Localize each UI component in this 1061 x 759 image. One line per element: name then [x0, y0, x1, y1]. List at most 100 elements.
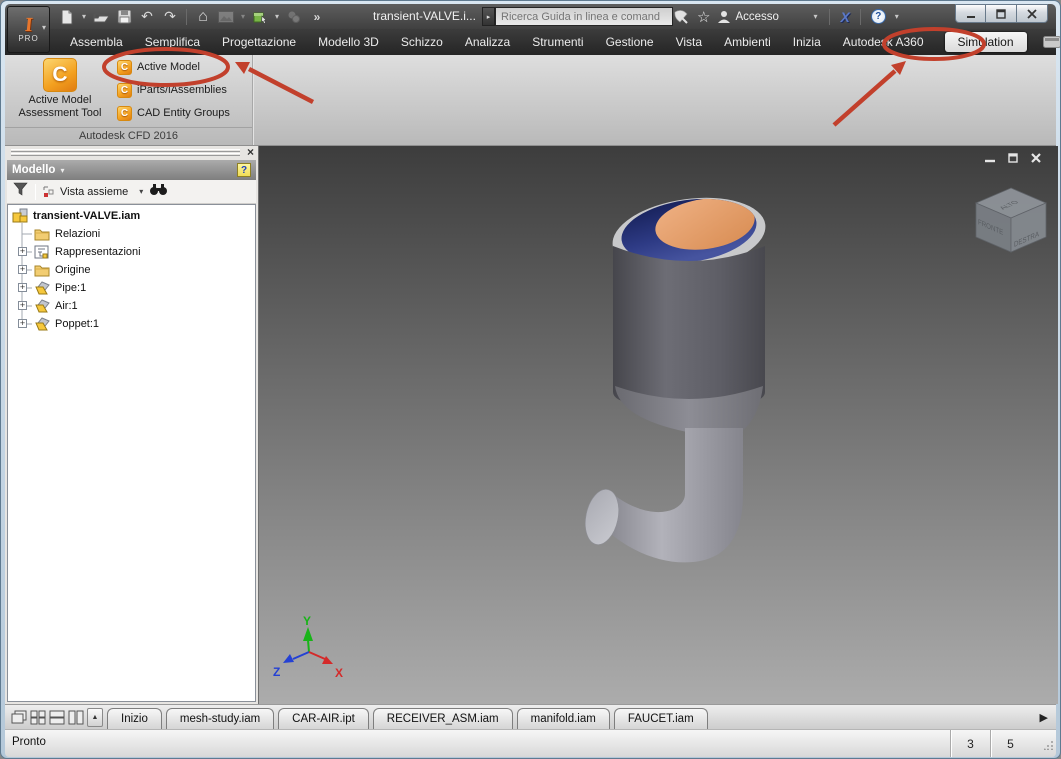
close-button[interactable] — [1017, 4, 1048, 23]
folder-icon — [34, 262, 50, 278]
tab-simulation[interactable]: Simulation — [944, 32, 1027, 52]
active-model-assessment-tool-button[interactable]: C Active Model Assessment Tool — [9, 57, 111, 125]
tree-item-air[interactable]: Air:1 — [8, 297, 255, 315]
material-button[interactable] — [250, 7, 270, 27]
find-button[interactable] — [149, 183, 168, 201]
tab-vista[interactable]: Vista — [665, 31, 713, 53]
tile-vertical-icon — [68, 710, 83, 725]
tile-grid-button[interactable] — [28, 708, 47, 727]
viewport-minimize-button[interactable] — [984, 152, 996, 164]
browser-header[interactable]: Modello ▾ ? — [7, 160, 256, 180]
representations-icon — [34, 244, 50, 260]
tab-inizia[interactable]: Inizia — [782, 31, 832, 53]
render-button[interactable] — [216, 7, 236, 27]
redo-button[interactable]: ↷ — [160, 7, 180, 27]
minimize-icon — [966, 15, 975, 18]
home-view-button[interactable]: ⌂ — [193, 7, 213, 27]
search-go-button[interactable]: ▸ — [482, 7, 495, 26]
tree-item-rappresentazioni[interactable]: Rappresentazioni — [8, 243, 255, 261]
browser-help-icon[interactable]: ? — [237, 163, 251, 177]
cfd-panel: C Active Model Assessment Tool C Active … — [5, 55, 253, 145]
panel-grip[interactable]: × — [5, 146, 258, 160]
account-dropdown[interactable]: ▾ — [811, 12, 819, 21]
restore-button[interactable] — [986, 4, 1017, 23]
tree-item-origine[interactable]: Origine — [8, 261, 255, 279]
tab-gestione[interactable]: Gestione — [595, 31, 665, 53]
axis-z-label: Z — [273, 665, 280, 679]
new-file-dropdown[interactable]: ▾ — [80, 12, 88, 21]
tree-item-poppet[interactable]: Poppet:1 — [8, 315, 255, 333]
filter-button[interactable] — [13, 182, 29, 201]
tile-horizontal-button[interactable] — [47, 708, 66, 727]
application-menu-button[interactable]: I PRO ▾ — [7, 6, 50, 53]
browser-toolbar: Vista assieme ▾ — [7, 180, 256, 204]
tab-analizza[interactable]: Analizza — [454, 31, 521, 53]
restore-icon — [996, 8, 1006, 19]
active-model-label: Active Model — [137, 61, 200, 73]
parameters-button[interactable] — [284, 7, 304, 27]
tab-schizzo[interactable]: Schizzo — [390, 31, 454, 53]
help-button[interactable]: ? — [870, 9, 886, 24]
tree-item-label: Origine — [55, 264, 91, 276]
tab-progettazione[interactable]: Progettazione — [211, 31, 307, 53]
scroll-tabs-right-button[interactable]: ▶ — [1040, 711, 1048, 724]
expander-pipe[interactable]: + — [18, 283, 27, 292]
doc-tab-mesh-study[interactable]: mesh-study.iam — [165, 708, 275, 729]
exchange-apps-button[interactable]: X — [840, 9, 849, 25]
qat-overflow-button[interactable]: » — [307, 7, 327, 27]
grip-ridge — [11, 153, 240, 156]
panel-group-label[interactable]: Autodesk CFD 2016 — [5, 127, 252, 143]
tree-item-label: Air:1 — [55, 300, 78, 312]
new-file-button[interactable] — [57, 7, 77, 27]
doc-tab-receiver-asm[interactable]: RECEIVER_ASM.iam — [372, 708, 513, 729]
tree-item-relazioni[interactable]: Relazioni — [8, 225, 255, 243]
expander-air[interactable]: + — [18, 301, 27, 310]
favorites-star-icon[interactable]: ☆ — [697, 8, 710, 26]
grip-ridge — [11, 149, 240, 152]
minimize-button[interactable] — [955, 4, 986, 23]
tile-vertical-button[interactable] — [66, 708, 85, 727]
viewport-close-button[interactable] — [1030, 152, 1042, 164]
doc-tab-inizio[interactable]: Inizio — [107, 708, 162, 729]
doc-tab-manifold[interactable]: manifold.iam — [516, 708, 610, 729]
ribbon-collapse-button[interactable]: ▾ — [1042, 36, 1060, 48]
render-image-icon — [218, 10, 234, 23]
account-button[interactable]: Accesso ▾ — [717, 10, 819, 24]
tab-semplifica[interactable]: Semplifica — [134, 31, 211, 53]
doc-tab-car-air[interactable]: CAR-AIR.ipt — [278, 708, 369, 729]
community-dish-icon[interactable] — [673, 9, 690, 24]
ribbon-panel-icon — [1042, 36, 1060, 48]
expander-poppet[interactable]: + — [18, 319, 27, 328]
tab-modello-3d[interactable]: Modello 3D — [307, 31, 390, 53]
toolbar-separator — [35, 183, 36, 200]
assembly-icon — [12, 208, 28, 224]
search-input[interactable] — [495, 7, 673, 26]
save-button[interactable] — [114, 7, 134, 27]
tree-item-root[interactable]: transient-VALVE.iam — [8, 207, 255, 225]
tab-autodesk-a360[interactable]: Autodesk A360 — [832, 31, 935, 53]
viewport-close-icon — [1031, 153, 1041, 163]
expand-tabs-button[interactable]: ▲ — [87, 708, 103, 727]
help-dropdown[interactable]: ▾ — [893, 12, 901, 21]
panel-close-button[interactable]: × — [247, 146, 254, 159]
resize-grip[interactable] — [1043, 737, 1054, 755]
iparts-iassemblies-button[interactable]: C iParts/iAssemblies — [117, 81, 230, 99]
status-cells: 3 5 — [950, 730, 1030, 757]
expander-origine[interactable]: + — [18, 265, 27, 274]
expander-rappresentazioni[interactable]: + — [18, 247, 27, 256]
tab-assembla[interactable]: Assembla — [59, 31, 134, 53]
tab-strumenti[interactable]: Strumenti — [521, 31, 594, 53]
view-representation-selector[interactable]: Vista assieme ▾ — [42, 185, 143, 198]
doc-tab-faucet[interactable]: FAUCET.iam — [613, 708, 708, 729]
active-model-button[interactable]: C Active Model — [117, 58, 230, 76]
viewport-canvas[interactable]: ALTO FRONTE DESTRA Y Z X — [259, 146, 1058, 704]
tree-item-pipe[interactable]: Pipe:1 — [8, 279, 255, 297]
render-dropdown[interactable]: ▾ — [239, 12, 247, 21]
open-button[interactable] — [91, 7, 111, 27]
tab-ambienti[interactable]: Ambienti — [713, 31, 782, 53]
viewport-restore-button[interactable] — [1007, 152, 1019, 164]
material-dropdown[interactable]: ▾ — [273, 12, 281, 21]
cascade-windows-button[interactable] — [9, 708, 28, 727]
undo-button[interactable]: ↶ — [137, 7, 157, 27]
cad-entity-groups-button[interactable]: C CAD Entity Groups — [117, 104, 230, 122]
